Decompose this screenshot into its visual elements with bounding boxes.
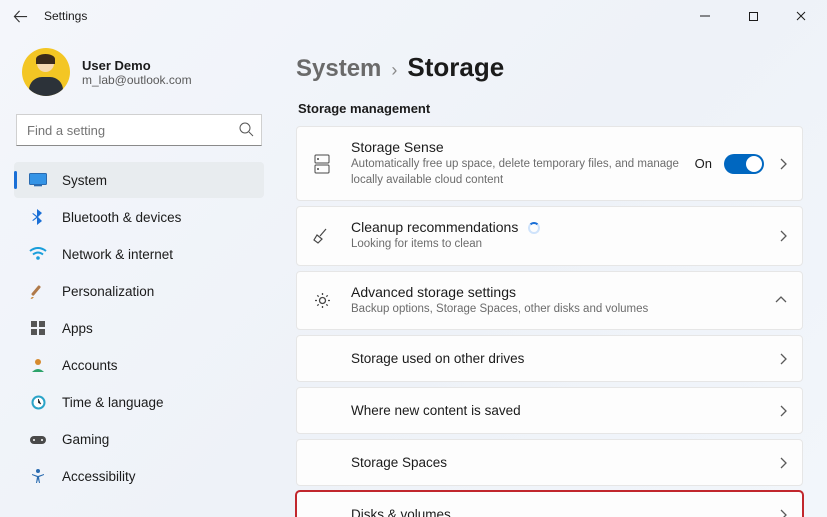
card-subtitle: Automatically free up space, delete temp… — [351, 157, 695, 188]
close-button[interactable] — [783, 2, 819, 30]
sidebar-item-label: Bluetooth & devices — [62, 210, 181, 225]
maximize-icon — [748, 11, 759, 22]
user-email: m_lab@outlook.com — [82, 73, 192, 87]
sidebar-item-gaming[interactable]: Gaming — [14, 421, 264, 457]
sidebar-item-bluetooth[interactable]: Bluetooth & devices — [14, 199, 264, 235]
subcard-title: Storage used on other drives — [351, 351, 778, 366]
apps-icon — [28, 318, 48, 338]
window-title: Settings — [44, 9, 87, 23]
sidebar-item-label: Accounts — [62, 358, 118, 373]
subcard-title: Storage Spaces — [351, 455, 778, 470]
maximize-button[interactable] — [735, 2, 771, 30]
clock-icon — [28, 392, 48, 412]
where-content-saved-item[interactable]: Where new content is saved — [296, 387, 803, 434]
chevron-right-icon — [778, 229, 788, 243]
bluetooth-icon — [28, 207, 48, 227]
gaming-icon — [28, 429, 48, 449]
chevron-right-icon — [778, 456, 788, 470]
user-name: User Demo — [82, 58, 192, 73]
sidebar: User Demo m_lab@outlook.com System Bluet… — [0, 32, 276, 517]
sidebar-item-accessibility[interactable]: Accessibility — [14, 458, 264, 494]
sidebar-item-label: Gaming — [62, 432, 109, 447]
sidebar-item-label: Time & language — [62, 395, 164, 410]
sidebar-item-label: System — [62, 173, 107, 188]
storage-spaces-item[interactable]: Storage Spaces — [296, 439, 803, 486]
system-icon — [28, 170, 48, 190]
chevron-right-icon: › — [391, 60, 397, 81]
minimize-button[interactable] — [687, 2, 723, 30]
subcard-title: Where new content is saved — [351, 403, 778, 418]
avatar — [22, 48, 70, 96]
sidebar-item-network[interactable]: Network & internet — [14, 236, 264, 272]
sidebar-item-label: Network & internet — [62, 247, 173, 262]
card-subtitle: Looking for items to clean — [351, 237, 731, 253]
accounts-icon — [28, 355, 48, 375]
nav: System Bluetooth & devices Network & int… — [14, 162, 264, 494]
card-title: Advanced storage settings — [351, 284, 774, 300]
storage-sense-toggle[interactable] — [724, 154, 764, 174]
broom-icon — [311, 227, 333, 245]
chevron-up-icon — [774, 295, 788, 305]
sidebar-item-system[interactable]: System — [14, 162, 264, 198]
brush-icon — [28, 281, 48, 301]
storage-other-drives-item[interactable]: Storage used on other drives — [296, 335, 803, 382]
disks-volumes-item[interactable]: Disks & volumes — [296, 491, 803, 517]
search-box[interactable] — [16, 114, 262, 146]
breadcrumb-current: Storage — [407, 52, 504, 83]
close-icon — [795, 10, 807, 22]
sidebar-item-time[interactable]: Time & language — [14, 384, 264, 420]
storage-sense-card[interactable]: Storage Sense Automatically free up spac… — [296, 126, 803, 201]
chevron-right-icon — [778, 157, 788, 171]
section-heading: Storage management — [298, 101, 803, 116]
sidebar-item-accounts[interactable]: Accounts — [14, 347, 264, 383]
gear-icon — [311, 291, 333, 310]
card-title: Cleanup recommendations — [351, 219, 778, 235]
main-panel: System › Storage Storage management Stor… — [276, 32, 827, 517]
sidebar-item-personalization[interactable]: Personalization — [14, 273, 264, 309]
subcard-title: Disks & volumes — [351, 507, 778, 517]
spinner-icon — [528, 222, 540, 234]
sidebar-item-apps[interactable]: Apps — [14, 310, 264, 346]
wifi-icon — [28, 244, 48, 264]
sidebar-item-label: Personalization — [62, 284, 154, 299]
chevron-right-icon — [778, 352, 788, 366]
titlebar: Settings — [0, 0, 827, 32]
profile[interactable]: User Demo m_lab@outlook.com — [14, 38, 264, 114]
search-input[interactable] — [16, 114, 262, 146]
chevron-right-icon — [778, 404, 788, 418]
sidebar-item-label: Accessibility — [62, 469, 136, 484]
cleanup-recommendations-card[interactable]: Cleanup recommendations Looking for item… — [296, 206, 803, 266]
breadcrumb: System › Storage — [296, 52, 803, 83]
minimize-icon — [699, 10, 711, 22]
advanced-storage-card[interactable]: Advanced storage settings Backup options… — [296, 271, 803, 331]
accessibility-icon — [28, 466, 48, 486]
storage-sense-icon — [311, 154, 333, 174]
back-button[interactable] — [8, 4, 32, 28]
sidebar-item-label: Apps — [62, 321, 93, 336]
breadcrumb-parent[interactable]: System — [296, 55, 381, 83]
chevron-right-icon — [778, 508, 788, 517]
search-icon — [238, 121, 254, 137]
toggle-state: On — [695, 156, 712, 171]
card-title: Storage Sense — [351, 139, 695, 155]
arrow-left-icon — [13, 9, 28, 24]
card-subtitle: Backup options, Storage Spaces, other di… — [351, 302, 731, 318]
